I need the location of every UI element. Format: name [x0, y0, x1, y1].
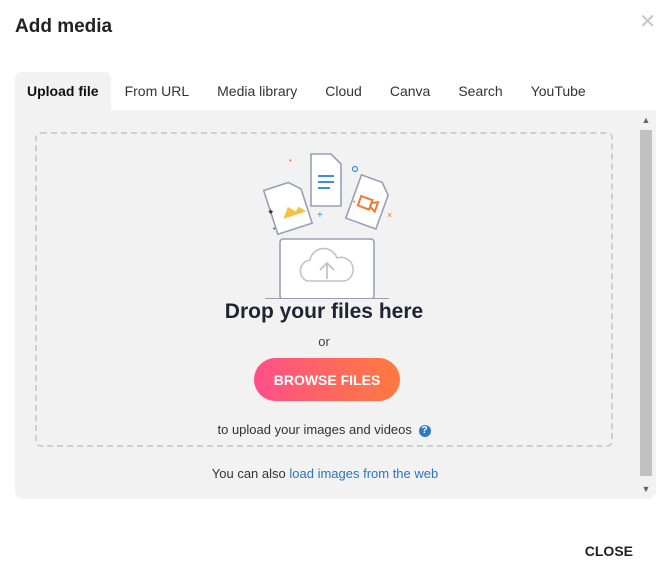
web-note-prefix: You can also [211, 466, 286, 481]
tab-search[interactable]: Search [444, 72, 516, 110]
dialog-title: Add media [15, 16, 113, 37]
close-button[interactable]: CLOSE [585, 543, 633, 559]
svg-text:×: × [387, 210, 392, 220]
add-media-dialog: Add media ✕ Upload file From URL Media l… [0, 0, 668, 587]
tab-youtube[interactable]: YouTube [517, 72, 600, 110]
svg-text:•: • [289, 156, 292, 165]
close-x-icon[interactable]: ✕ [639, 12, 656, 32]
upload-note-text: to upload your images and videos [217, 422, 412, 437]
tab-canva[interactable]: Canva [376, 72, 444, 110]
drop-heading: Drop your files here [224, 300, 424, 323]
tab-upload-file[interactable]: Upload file [15, 72, 111, 110]
load-from-web-link[interactable]: load images from the web [289, 466, 438, 481]
svg-text:✦: ✦ [267, 207, 275, 217]
laptop-cloud-upload-icon: • ✦ + × • • [262, 153, 392, 299]
scrollbar[interactable]: ▲ ▼ [639, 113, 653, 496]
browse-files-button[interactable]: BROWSE FILES [254, 358, 400, 401]
upload-note: to upload your images and videos ? [37, 422, 611, 437]
web-note: You can also load images from the web [15, 466, 635, 481]
tab-cloud[interactable]: Cloud [311, 72, 376, 110]
scroll-thumb[interactable] [640, 130, 652, 476]
tab-from-url[interactable]: From URL [111, 72, 204, 110]
upload-panel: • ✦ + × • • Drop your files here or BROW… [15, 110, 656, 499]
drop-zone[interactable]: • ✦ + × • • Drop your files here or BROW… [35, 132, 613, 447]
tab-bar: Upload file From URL Media library Cloud… [15, 72, 600, 110]
tab-media-library[interactable]: Media library [203, 72, 311, 110]
or-label: or [318, 334, 330, 349]
svg-text:+: + [317, 210, 323, 221]
scroll-down-icon[interactable]: ▼ [639, 482, 653, 496]
scroll-up-icon[interactable]: ▲ [639, 113, 653, 127]
help-icon[interactable]: ? [418, 425, 431, 437]
